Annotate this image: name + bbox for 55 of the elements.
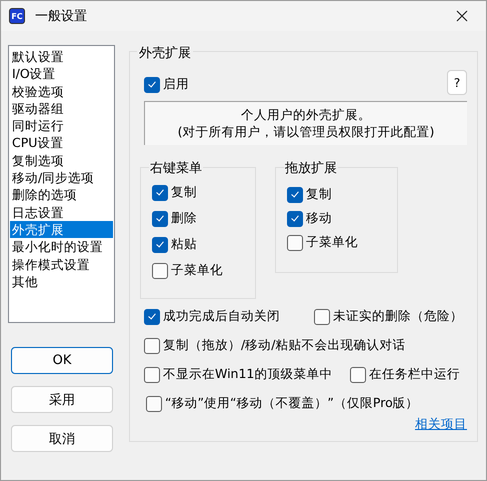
list-item[interactable]: 删除的选项 bbox=[10, 186, 113, 204]
checkbox[interactable] bbox=[144, 308, 160, 324]
checkbox-label: 不显示在Win11的顶级菜单中 bbox=[163, 366, 332, 383]
checkbox-label: 移动 bbox=[306, 210, 332, 227]
list-item[interactable]: 默认设置 bbox=[10, 48, 113, 66]
checkbox-label: 成功完成后自动关闭 bbox=[163, 308, 280, 325]
checkbox[interactable] bbox=[152, 210, 168, 226]
checkbox-label: 复制 bbox=[306, 186, 332, 203]
checkbox-label: 子菜单化 bbox=[171, 262, 223, 279]
checkbox-label: 在任务栏中运行 bbox=[369, 366, 460, 383]
info-text: (对于所有用户，请以管理员权限打开此配置) bbox=[178, 124, 434, 140]
list-item[interactable]: 驱动器组 bbox=[10, 100, 113, 118]
dialog-button[interactable]: 取消 bbox=[11, 425, 113, 452]
list-item[interactable]: 外壳扩展 bbox=[10, 220, 113, 238]
list-item[interactable]: 其他 bbox=[10, 272, 113, 290]
checkbox[interactable] bbox=[146, 396, 162, 412]
checkbox[interactable] bbox=[152, 184, 168, 200]
list-item[interactable]: 复制选项 bbox=[10, 152, 113, 170]
group-title: 外壳扩展 bbox=[137, 44, 193, 62]
app-icon: FC bbox=[9, 8, 25, 24]
close-icon[interactable] bbox=[456, 10, 468, 22]
dialog-button[interactable]: OK bbox=[11, 347, 113, 374]
related-items-link[interactable]: 相关项目 bbox=[415, 416, 467, 433]
list-item[interactable]: 操作模式设置 bbox=[10, 256, 113, 273]
window-title: 一般设置 bbox=[35, 8, 87, 25]
checkbox-label: 粘贴 bbox=[171, 236, 197, 253]
checkbox-label: 复制 bbox=[171, 184, 197, 201]
info-text: 个人用户的外壳扩展。 bbox=[241, 106, 371, 124]
checkbox-label: 删除 bbox=[171, 210, 197, 227]
list-item[interactable]: 日志设置 bbox=[10, 204, 113, 221]
checkbox[interactable] bbox=[144, 366, 160, 382]
checkbox[interactable] bbox=[287, 210, 303, 226]
group-title: 右键菜单 bbox=[149, 159, 203, 177]
list-item[interactable]: CPU设置 bbox=[10, 134, 113, 152]
checkbox[interactable] bbox=[350, 366, 366, 382]
list-item[interactable]: I/O设置 bbox=[10, 65, 113, 83]
group-title: 拖放扩展 bbox=[284, 159, 338, 177]
checkbox-label: 复制（拖放）/移动/粘贴不会出现确认对话 bbox=[163, 337, 406, 354]
list-item[interactable]: 校验选项 bbox=[10, 82, 113, 100]
checkbox-label: 启用 bbox=[163, 76, 189, 93]
checkbox[interactable] bbox=[314, 308, 330, 324]
checkbox[interactable] bbox=[287, 234, 303, 250]
list-item[interactable]: 最小化时的设置 bbox=[10, 238, 113, 256]
checkbox-label: “移动”使用“移动（不覆盖）”（仅限Pro版） bbox=[165, 395, 419, 412]
checkbox-label: 未证实的删除（危险） bbox=[333, 308, 463, 325]
list-item[interactable]: 同时运行 bbox=[10, 117, 113, 134]
checkbox[interactable] bbox=[152, 262, 168, 278]
checkbox[interactable] bbox=[152, 236, 168, 252]
checkbox[interactable] bbox=[287, 186, 303, 202]
dialog-button[interactable]: 采用 bbox=[11, 386, 113, 413]
checkbox[interactable] bbox=[144, 76, 160, 92]
checkbox[interactable] bbox=[144, 338, 160, 354]
help-button[interactable]: ? bbox=[447, 70, 467, 95]
checkbox-label: 子菜单化 bbox=[306, 234, 358, 251]
list-item[interactable]: 移动/同步选项 bbox=[10, 169, 113, 186]
